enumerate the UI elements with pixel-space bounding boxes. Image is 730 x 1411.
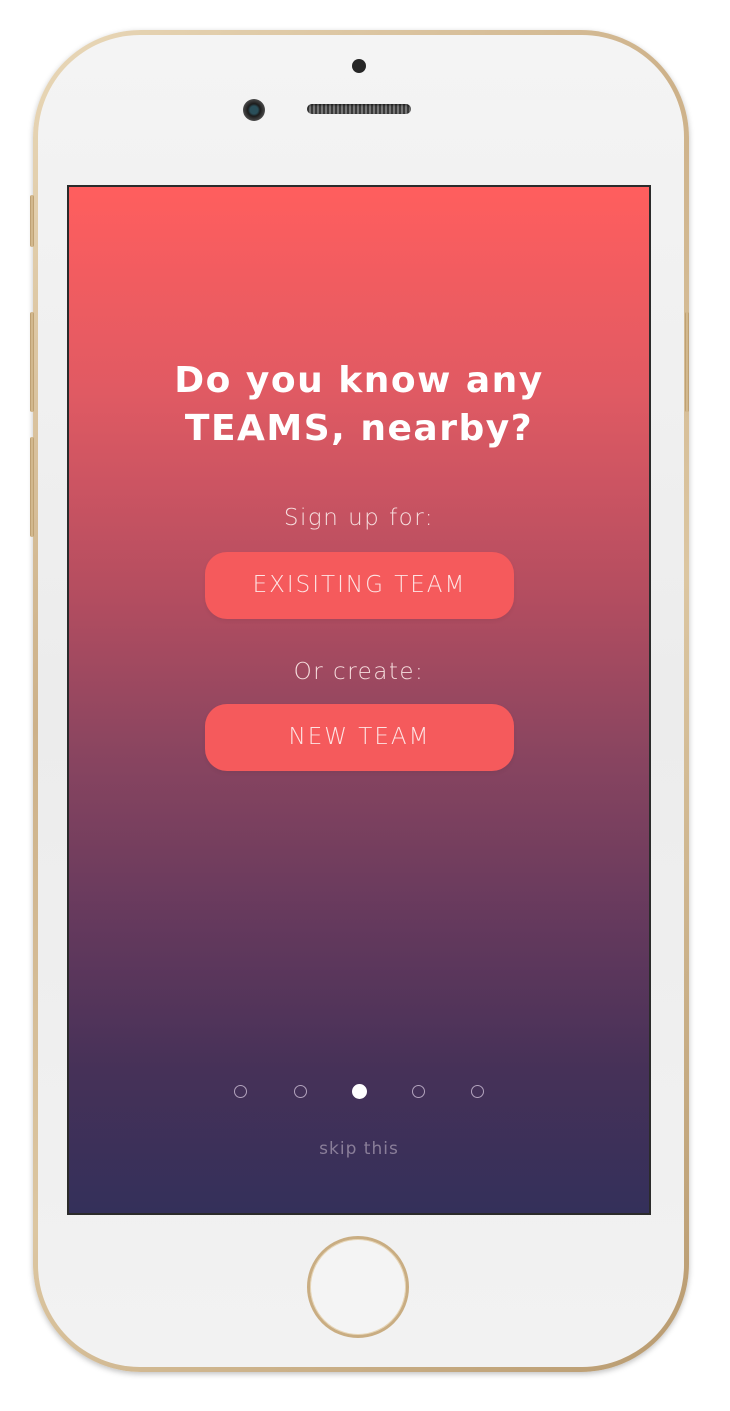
page-title: Do you know any TEAMS, nearby?: [69, 357, 649, 453]
volume-down-button: [30, 437, 34, 537]
front-camera-icon: [243, 99, 265, 121]
skip-link[interactable]: skip this: [69, 1139, 649, 1159]
page-indicator: [69, 1084, 649, 1103]
page-dot-5[interactable]: [471, 1085, 484, 1098]
front-sensor: [352, 59, 366, 73]
home-button[interactable]: [307, 1236, 409, 1338]
page-dot-3-active[interactable]: [352, 1084, 367, 1099]
volume-up-button: [30, 312, 34, 412]
create-label: Or create:: [293, 659, 425, 685]
app-screen: Do you know any TEAMS, nearby? Sign up f…: [67, 185, 651, 1215]
existing-team-button[interactable]: EXISITING TEAM: [205, 552, 514, 619]
new-team-button[interactable]: NEW TEAM: [205, 704, 514, 771]
mute-switch: [30, 195, 34, 247]
page-dot-2[interactable]: [294, 1085, 307, 1098]
signup-label: Sign up for:: [283, 505, 435, 531]
page-dot-1[interactable]: [234, 1085, 247, 1098]
headline-line-1: Do you know any: [174, 360, 544, 401]
device-mockup: Do you know any TEAMS, nearby? Sign up f…: [0, 0, 730, 1411]
page-dot-4[interactable]: [412, 1085, 425, 1098]
power-button: [685, 312, 689, 412]
earpiece-speaker: [307, 104, 411, 114]
headline-line-2: TEAMS, nearby?: [184, 408, 534, 449]
